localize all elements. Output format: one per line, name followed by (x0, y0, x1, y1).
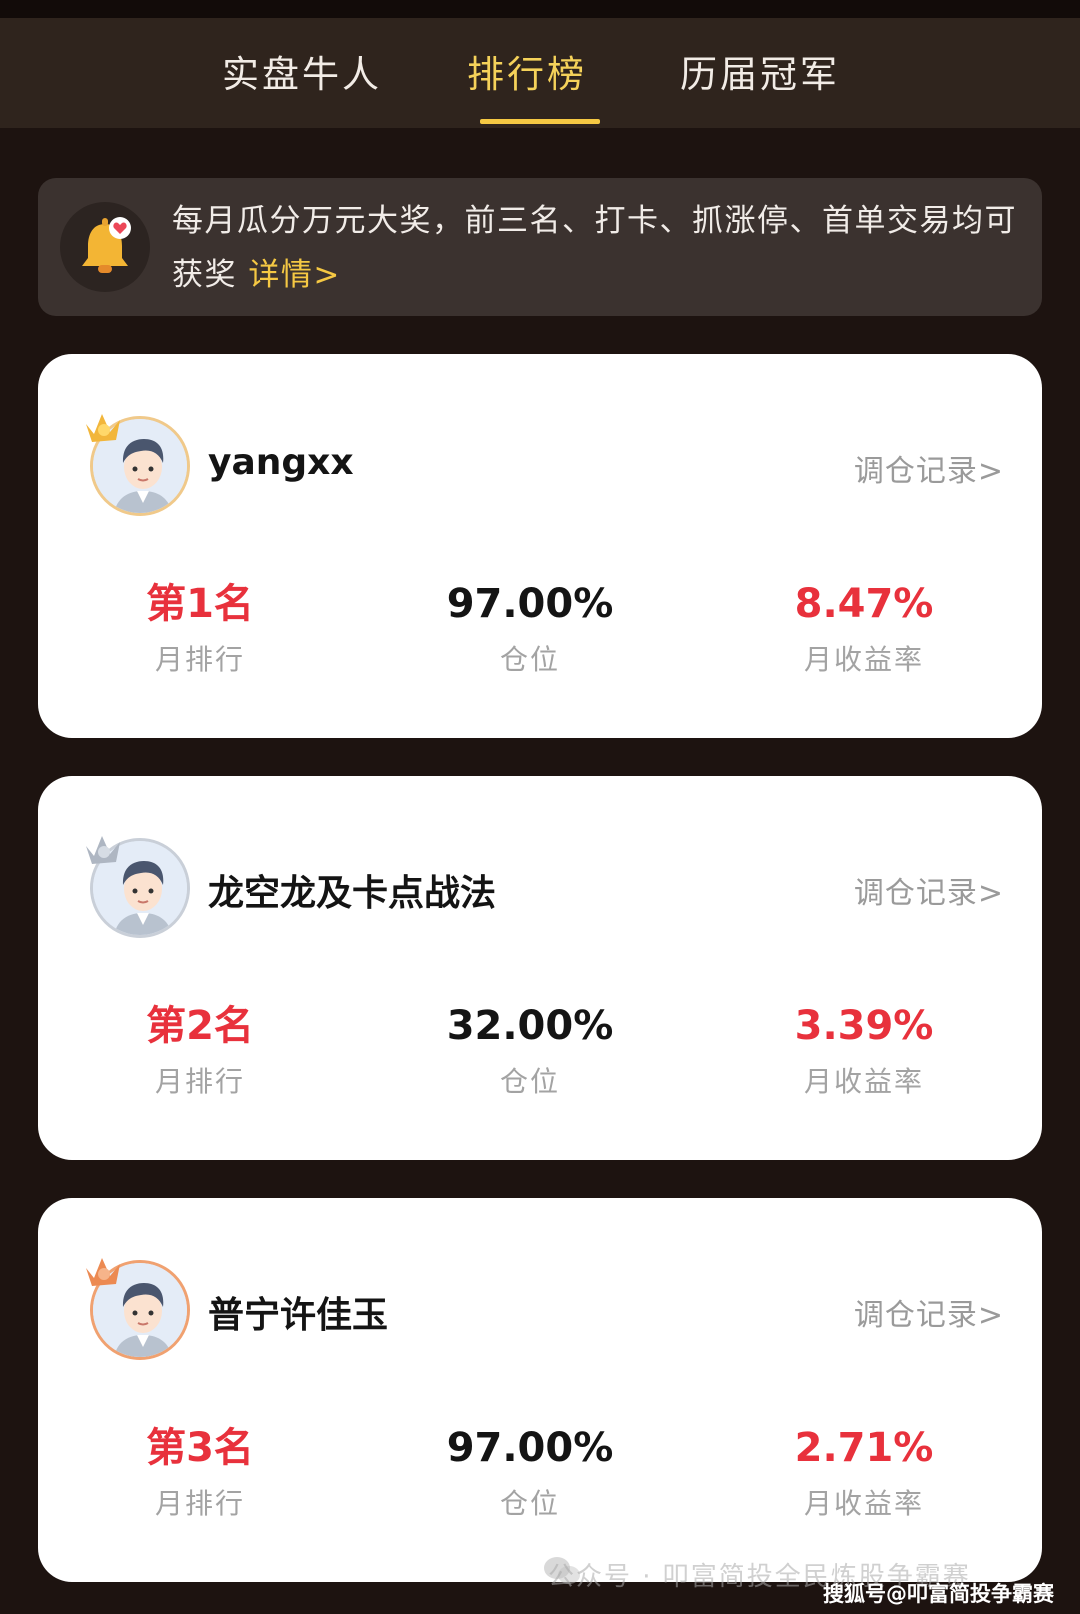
rank-value: 第3名 (146, 1425, 254, 1471)
leaderboard-card-3[interactable]: 普宁许佳玉 调仓记录> 第3名 月排行 97.00% 仓位 2.71% 月收益率 (38, 1198, 1042, 1582)
return-label: 月收益率 (803, 643, 924, 676)
tab-live-experts[interactable]: 实盘牛人 (222, 44, 382, 104)
monthly-rank-stat: 第3名 月排行 (90, 1420, 310, 1522)
return-label: 月收益率 (803, 1487, 924, 1520)
return-value: 2.71% (794, 1425, 934, 1471)
monthly-return-stat: 2.71% 月收益率 (754, 1420, 974, 1522)
source-tag: 搜狐号@叩富简投争霸赛 (823, 1582, 1054, 1606)
tab-bar: 实盘牛人 排行榜 历届冠军 (0, 18, 1080, 128)
rank-label: 月排行 (154, 1065, 245, 1098)
username[interactable]: 龙空龙及卡点战法 (208, 864, 496, 916)
monthly-return-stat: 3.39% 月收益率 (754, 998, 974, 1100)
details-link[interactable]: 详情> (248, 257, 340, 293)
return-value: 8.47% (794, 581, 934, 627)
status-strip (0, 0, 1080, 18)
position-record-link[interactable]: 调仓记录> (854, 868, 1004, 912)
rank-label: 月排行 (154, 643, 245, 676)
username[interactable]: 普宁许佳玉 (208, 1286, 388, 1338)
position-stat: 32.00% 仓位 (420, 998, 640, 1100)
bronze-crown-icon (86, 1258, 120, 1286)
rank-value: 第2名 (146, 1003, 254, 1049)
notice-text: 每月瓜分万元大奖，前三名、打卡、抓涨停、首单交易均可获奖 详情> (172, 194, 1022, 302)
bell-icon (60, 202, 150, 292)
return-value: 3.39% (794, 1003, 934, 1049)
username[interactable]: yangxx (208, 442, 354, 483)
avatar[interactable] (82, 406, 200, 524)
tab-leaderboard[interactable]: 排行榜 (467, 44, 587, 104)
rank-label: 月排行 (154, 1487, 245, 1520)
avatar[interactable] (82, 1250, 200, 1368)
prize-notice-banner[interactable]: 每月瓜分万元大奖，前三名、打卡、抓涨停、首单交易均可获奖 详情> (38, 178, 1042, 316)
leaderboard-card-2[interactable]: 龙空龙及卡点战法 调仓记录> 第2名 月排行 32.00% 仓位 3.39% 月… (38, 776, 1042, 1160)
monthly-rank-stat: 第2名 月排行 (90, 998, 310, 1100)
position-label: 仓位 (499, 1487, 560, 1520)
monthly-rank-stat: 第1名 月排行 (90, 576, 310, 678)
position-stat: 97.00% 仓位 (420, 1420, 640, 1522)
position-stat: 97.00% 仓位 (420, 576, 640, 678)
position-value: 32.00% (446, 1003, 614, 1049)
gold-crown-icon (86, 414, 120, 442)
position-value: 97.00% (446, 1425, 614, 1471)
rank-value: 第1名 (146, 581, 254, 627)
position-value: 97.00% (446, 581, 614, 627)
monthly-return-stat: 8.47% 月收益率 (754, 576, 974, 678)
tab-past-champions[interactable]: 历届冠军 (680, 44, 840, 104)
active-tab-indicator (480, 119, 600, 124)
position-record-link[interactable]: 调仓记录> (854, 446, 1004, 490)
position-label: 仓位 (499, 643, 560, 676)
silver-crown-icon (86, 836, 120, 864)
position-label: 仓位 (499, 1065, 560, 1098)
position-record-link[interactable]: 调仓记录> (854, 1290, 1004, 1334)
avatar[interactable] (82, 828, 200, 946)
return-label: 月收益率 (803, 1065, 924, 1098)
leaderboard-card-1[interactable]: yangxx 调仓记录> 第1名 月排行 97.00% 仓位 8.47% 月收益… (38, 354, 1042, 738)
page: 实盘牛人 排行榜 历届冠军 每月瓜分万元大奖，前三名、打卡、抓涨停、首单交易均可… (0, 0, 1080, 1614)
